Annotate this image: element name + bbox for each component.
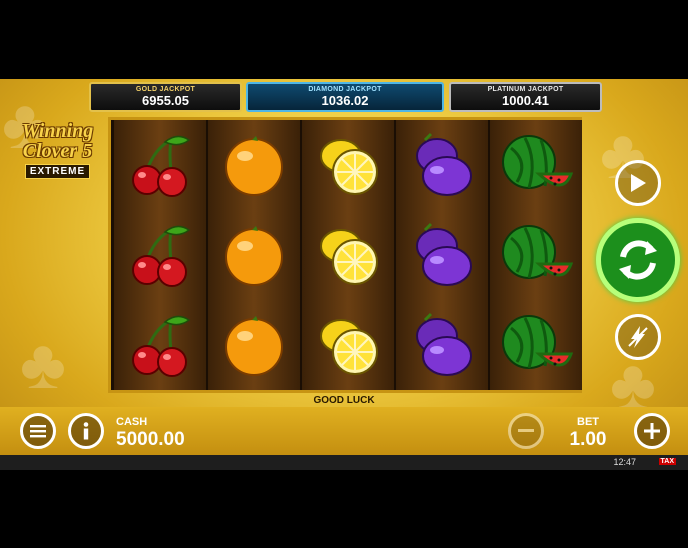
cherry-icon (114, 210, 206, 300)
lightning-icon (628, 326, 648, 348)
cherry-icon (114, 120, 206, 210)
increase-bet-button[interactable] (634, 413, 670, 449)
clock: 12:47 (613, 457, 636, 467)
status-message: GOOD LUCK (313, 395, 375, 406)
game-logo: Winning Clover 5 EXTREME (10, 121, 105, 179)
hamburger-icon (30, 425, 46, 438)
autoplay-button[interactable] (615, 160, 661, 206)
orange-icon (208, 210, 300, 300)
lemon-icon (302, 210, 394, 300)
system-status-bar: 12:47 TAX (0, 455, 688, 470)
plum-icon (396, 300, 488, 390)
plum-icon (396, 210, 488, 300)
menu-button[interactable] (20, 413, 56, 449)
cash-label: CASH (116, 416, 148, 428)
lemon-icon (302, 300, 394, 390)
info-icon (83, 422, 89, 440)
lemon-icon (302, 120, 394, 210)
plum-icon (396, 120, 488, 210)
orange-icon (208, 300, 300, 390)
reel-5 (490, 120, 582, 390)
platinum-jackpot: PLATINUM JACKPOT 1000.41 (449, 82, 602, 112)
reel-1 (114, 120, 206, 390)
orange-icon (208, 120, 300, 210)
cash-value: 5000.00 (116, 429, 185, 450)
play-icon (631, 174, 646, 192)
jackpot-label: GOLD JACKPOT (135, 86, 196, 93)
jackpot-label: PLATINUM JACKPOT (487, 86, 564, 93)
game-screen: ♣ ♣ ♣ ♣ GOLD JACKPOT 6955.05 DIAMOND JAC… (0, 79, 688, 470)
reel-3 (302, 120, 394, 390)
provider-logo: TAX (658, 458, 676, 465)
clover-decoration-icon: ♣ (20, 325, 66, 403)
decrease-bet-button[interactable] (508, 413, 544, 449)
jackpot-value: 1000.41 (502, 93, 549, 108)
watermelon-icon (490, 120, 582, 210)
info-button[interactable] (68, 413, 104, 449)
logo-line-3: EXTREME (24, 164, 91, 179)
jackpot-value: 6955.05 (142, 93, 189, 108)
bet-value: 1.00 (569, 429, 607, 450)
logo-line-1: Winning (21, 120, 94, 142)
control-bar: CASH 5000.00 BET 1.00 (0, 407, 688, 455)
reel-2 (208, 120, 300, 390)
cherry-icon (114, 300, 206, 390)
watermelon-icon (490, 210, 582, 300)
spin-arrows-icon (619, 240, 657, 280)
turbo-button[interactable] (615, 314, 661, 360)
reel-4 (396, 120, 488, 390)
spin-button[interactable] (596, 218, 680, 302)
logo-line-2: Clover 5 (22, 140, 93, 162)
jackpot-value: 1036.02 (321, 93, 369, 108)
jackpot-label: DIAMOND JACKPOT (308, 86, 382, 93)
diamond-jackpot: DIAMOND JACKPOT 1036.02 (246, 82, 444, 112)
gold-jackpot: GOLD JACKPOT 6955.05 (89, 82, 242, 112)
minus-icon (518, 429, 534, 432)
bet-label: BET (577, 416, 599, 428)
plus-icon (644, 423, 660, 439)
reel-grid (108, 117, 582, 393)
watermelon-icon (490, 300, 582, 390)
